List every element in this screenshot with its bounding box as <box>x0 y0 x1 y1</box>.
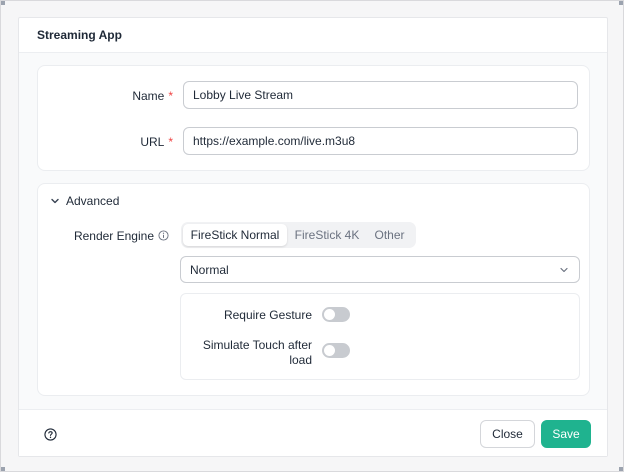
frame-corner <box>619 1 623 5</box>
basic-fields-card: Name * Lobby Live Stream URL * https://exa… <box>37 65 590 171</box>
advanced-card: Advanced Render Engine FireStick Normal … <box>37 183 590 396</box>
url-label-text: URL <box>140 135 165 149</box>
name-input-value: Lobby Live Stream <box>193 88 294 102</box>
frame-corner <box>1 467 5 471</box>
close-button[interactable]: Close <box>480 420 535 448</box>
help-icon[interactable] <box>44 428 57 441</box>
render-engine-option-firestick-4k[interactable]: FireStick 4K <box>287 224 367 246</box>
advanced-toggle-label: Advanced <box>66 194 120 208</box>
require-gesture-label: Require Gesture <box>223 308 312 322</box>
streaming-app-dialog: Streaming App Name * Lobby Live Stream UR… <box>18 17 608 457</box>
dialog-title: Streaming App <box>37 28 122 42</box>
switch-knob <box>324 345 335 356</box>
url-input[interactable]: https://example.com/live.m3u8 <box>183 127 578 155</box>
frame-corner <box>619 467 623 471</box>
mode-select-value: Normal <box>190 262 229 277</box>
render-engine-option-other[interactable]: Other <box>367 224 412 246</box>
required-marker: * <box>168 89 173 103</box>
advanced-toggle[interactable]: Advanced <box>49 194 119 208</box>
chevron-down-icon <box>51 198 59 204</box>
simulate-touch-switch[interactable] <box>322 343 350 358</box>
url-input-value: https://example.com/live.m3u8 <box>193 134 356 148</box>
mode-select[interactable]: Normal <box>180 256 580 283</box>
url-label: URL * <box>140 135 173 149</box>
window-frame: Streaming App Name * Lobby Live Stream UR… <box>0 0 624 472</box>
render-engine-label: Render Engine <box>74 229 169 243</box>
render-engine-segmented: FireStick Normal FireStick 4K Other <box>181 222 416 248</box>
name-label: Name * <box>132 89 173 103</box>
render-engine-option-firestick-normal[interactable]: FireStick Normal <box>183 224 287 246</box>
info-icon[interactable] <box>158 230 169 241</box>
gesture-options-card: Require Gesture Simulate Touch after loa… <box>180 293 580 380</box>
frame-corner <box>1 1 5 5</box>
name-label-text: Name <box>132 89 165 103</box>
require-gesture-switch[interactable] <box>322 307 350 322</box>
name-input[interactable]: Lobby Live Stream <box>183 81 578 109</box>
simulate-touch-label: Simulate Touch after load <box>203 338 312 368</box>
caret-down-icon <box>560 267 568 273</box>
switch-knob <box>324 309 335 320</box>
save-button[interactable]: Save <box>541 420 591 448</box>
simulate-touch-label-line1: Simulate Touch after <box>202 338 312 352</box>
render-engine-label-text: Render Engine <box>73 229 154 243</box>
dialog-body: Name * Lobby Live Stream URL * https://exa… <box>19 53 607 409</box>
required-marker: * <box>168 135 173 149</box>
dialog-header: Streaming App <box>19 18 607 53</box>
dialog-footer: Close Save <box>19 409 607 456</box>
simulate-touch-label-line2: load <box>289 353 312 367</box>
